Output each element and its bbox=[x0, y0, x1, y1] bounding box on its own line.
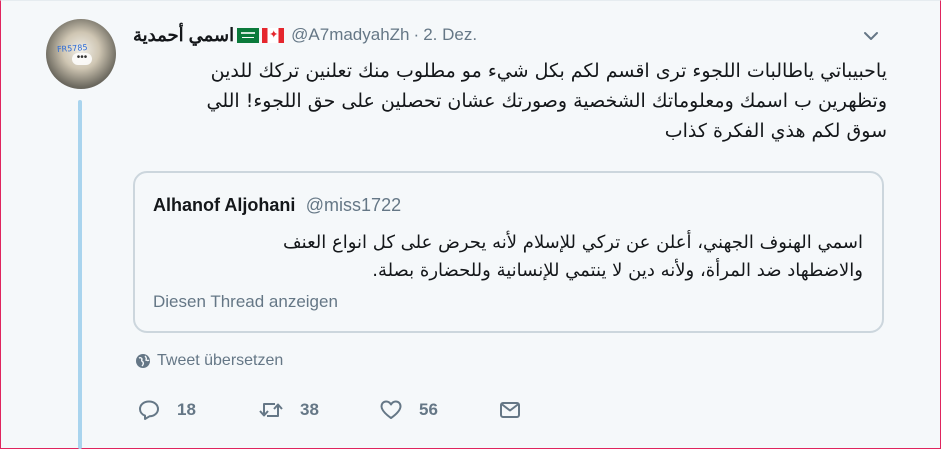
avatar-dots: ••• bbox=[72, 53, 92, 65]
quoted-text-line: اسمي الهنوف الجهني، أعلن عن تركي للإسلام… bbox=[283, 232, 863, 253]
reply-icon bbox=[139, 400, 159, 420]
translate-tweet-link[interactable]: Tweet übersetzen bbox=[135, 352, 283, 370]
retweet-button[interactable]: 38 bbox=[258, 395, 319, 425]
quoted-user-handle: @miss1722 bbox=[305, 195, 402, 215]
avatar[interactable]: FR5785 ••• bbox=[46, 19, 116, 89]
like-count: 56 bbox=[419, 400, 438, 419]
direct-message-button[interactable] bbox=[498, 395, 522, 425]
thread-connector-line bbox=[78, 100, 82, 449]
message-icon bbox=[500, 402, 520, 418]
reply-button[interactable]: 18 bbox=[137, 395, 196, 425]
canada-flag-icon bbox=[262, 27, 285, 43]
show-thread-link[interactable]: Diesen Thread anzeigen bbox=[153, 292, 338, 312]
tweet-text-line: وتظهرين ب اسمك ومعلوماتك الشخصية وصورتك … bbox=[206, 90, 887, 112]
translate-label: Tweet übersetzen bbox=[157, 352, 284, 369]
display-name[interactable]: اسمي أحمدية bbox=[133, 25, 234, 46]
tweet-text: ياحبيباتي ياطالبات اللجوء ترى اقسم لكم ب… bbox=[133, 56, 887, 146]
reply-count: 18 bbox=[177, 400, 196, 419]
quoted-text-line: والاضطهاد ضد المرأة، ولأنه دين لا ينتمي … bbox=[372, 260, 863, 281]
tweet-text-line: ياحبيباتي ياطالبات اللجوء ترى اقسم لكم ب… bbox=[210, 60, 887, 82]
separator-dot: · bbox=[413, 25, 420, 44]
like-icon bbox=[380, 400, 402, 419]
quoted-tweet-text: اسمي الهنوف الجهني، أعلن عن تركي للإسلام… bbox=[153, 229, 863, 285]
globe-icon bbox=[136, 354, 150, 368]
user-handle[interactable]: @A7madyahZh bbox=[291, 25, 409, 45]
retweet-count: 38 bbox=[300, 400, 319, 419]
tweet-text-line: سوق لكم هذي الفكرة كذاب bbox=[664, 120, 887, 142]
like-button[interactable]: 56 bbox=[379, 395, 438, 425]
tweet-header: اسمي أحمدية @A7madyahZh · 2. Dez. bbox=[133, 22, 477, 48]
quoted-display-name: Alhanof Aljohani bbox=[153, 195, 296, 215]
retweet-icon bbox=[259, 403, 283, 417]
tweet-date[interactable]: 2. Dez. bbox=[423, 25, 477, 45]
quoted-tweet-header: Alhanof Aljohani @miss1722 bbox=[153, 195, 401, 216]
saudi-flag-icon bbox=[237, 27, 260, 43]
chevron-down-icon[interactable] bbox=[862, 27, 880, 45]
quoted-tweet[interactable]: Alhanof Aljohani @miss1722 اسمي الهنوف ا… bbox=[133, 171, 884, 333]
